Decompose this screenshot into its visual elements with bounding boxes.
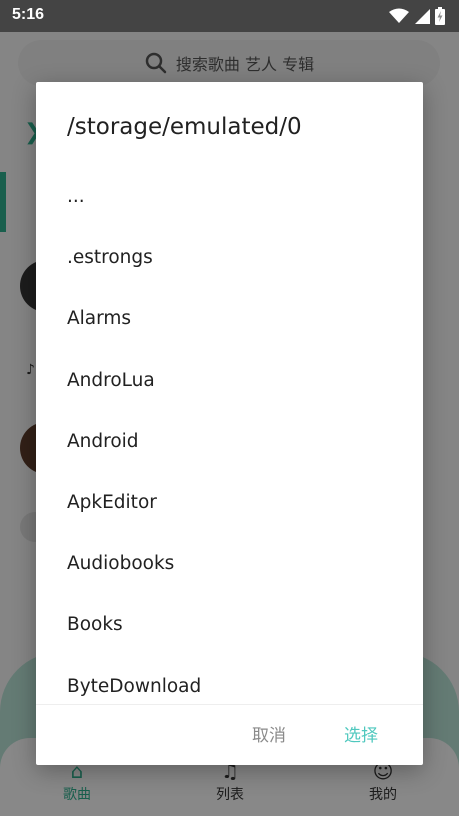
list-item[interactable]: Android bbox=[36, 411, 423, 472]
folder-label: .estrongs bbox=[67, 247, 153, 269]
cell-signal-icon bbox=[415, 9, 430, 24]
folder-label: ApkEditor bbox=[67, 492, 157, 514]
status-icons bbox=[389, 7, 445, 25]
dialog-title: /storage/emulated/0 bbox=[67, 114, 302, 140]
list-item[interactable]: ByteDownload bbox=[36, 656, 423, 705]
list-item[interactable]: Alarms bbox=[36, 288, 423, 349]
status-bar: 5:16 bbox=[0, 0, 459, 32]
folder-label: ByteDownload bbox=[67, 675, 202, 697]
battery-icon bbox=[435, 7, 445, 25]
list-item[interactable]: Audiobooks bbox=[36, 533, 423, 594]
folder-label: AndroLua bbox=[67, 369, 155, 391]
folder-label: Android bbox=[67, 430, 139, 452]
folder-label: Alarms bbox=[67, 308, 132, 330]
select-button[interactable]: 选择 bbox=[344, 721, 378, 746]
list-item[interactable]: ApkEditor bbox=[36, 472, 423, 533]
list-item[interactable]: .estrongs bbox=[36, 227, 423, 288]
list-item[interactable]: Books bbox=[36, 594, 423, 655]
list-item[interactable]: ... bbox=[36, 166, 423, 227]
folder-label: Books bbox=[67, 614, 123, 636]
folder-list[interactable]: ... .estrongs Alarms AndroLua Android Ap… bbox=[36, 166, 423, 704]
folder-label: Audiobooks bbox=[67, 553, 175, 575]
list-item[interactable]: AndroLua bbox=[36, 350, 423, 411]
cancel-button[interactable]: 取消 bbox=[252, 721, 286, 746]
folder-label: ... bbox=[67, 186, 85, 208]
wifi-icon bbox=[389, 8, 409, 23]
dialog-actions: 取消 选择 bbox=[36, 705, 423, 765]
folder-picker-dialog: /storage/emulated/0 ... .estrongs Alarms… bbox=[36, 82, 423, 765]
status-time: 5:16 bbox=[12, 6, 45, 23]
